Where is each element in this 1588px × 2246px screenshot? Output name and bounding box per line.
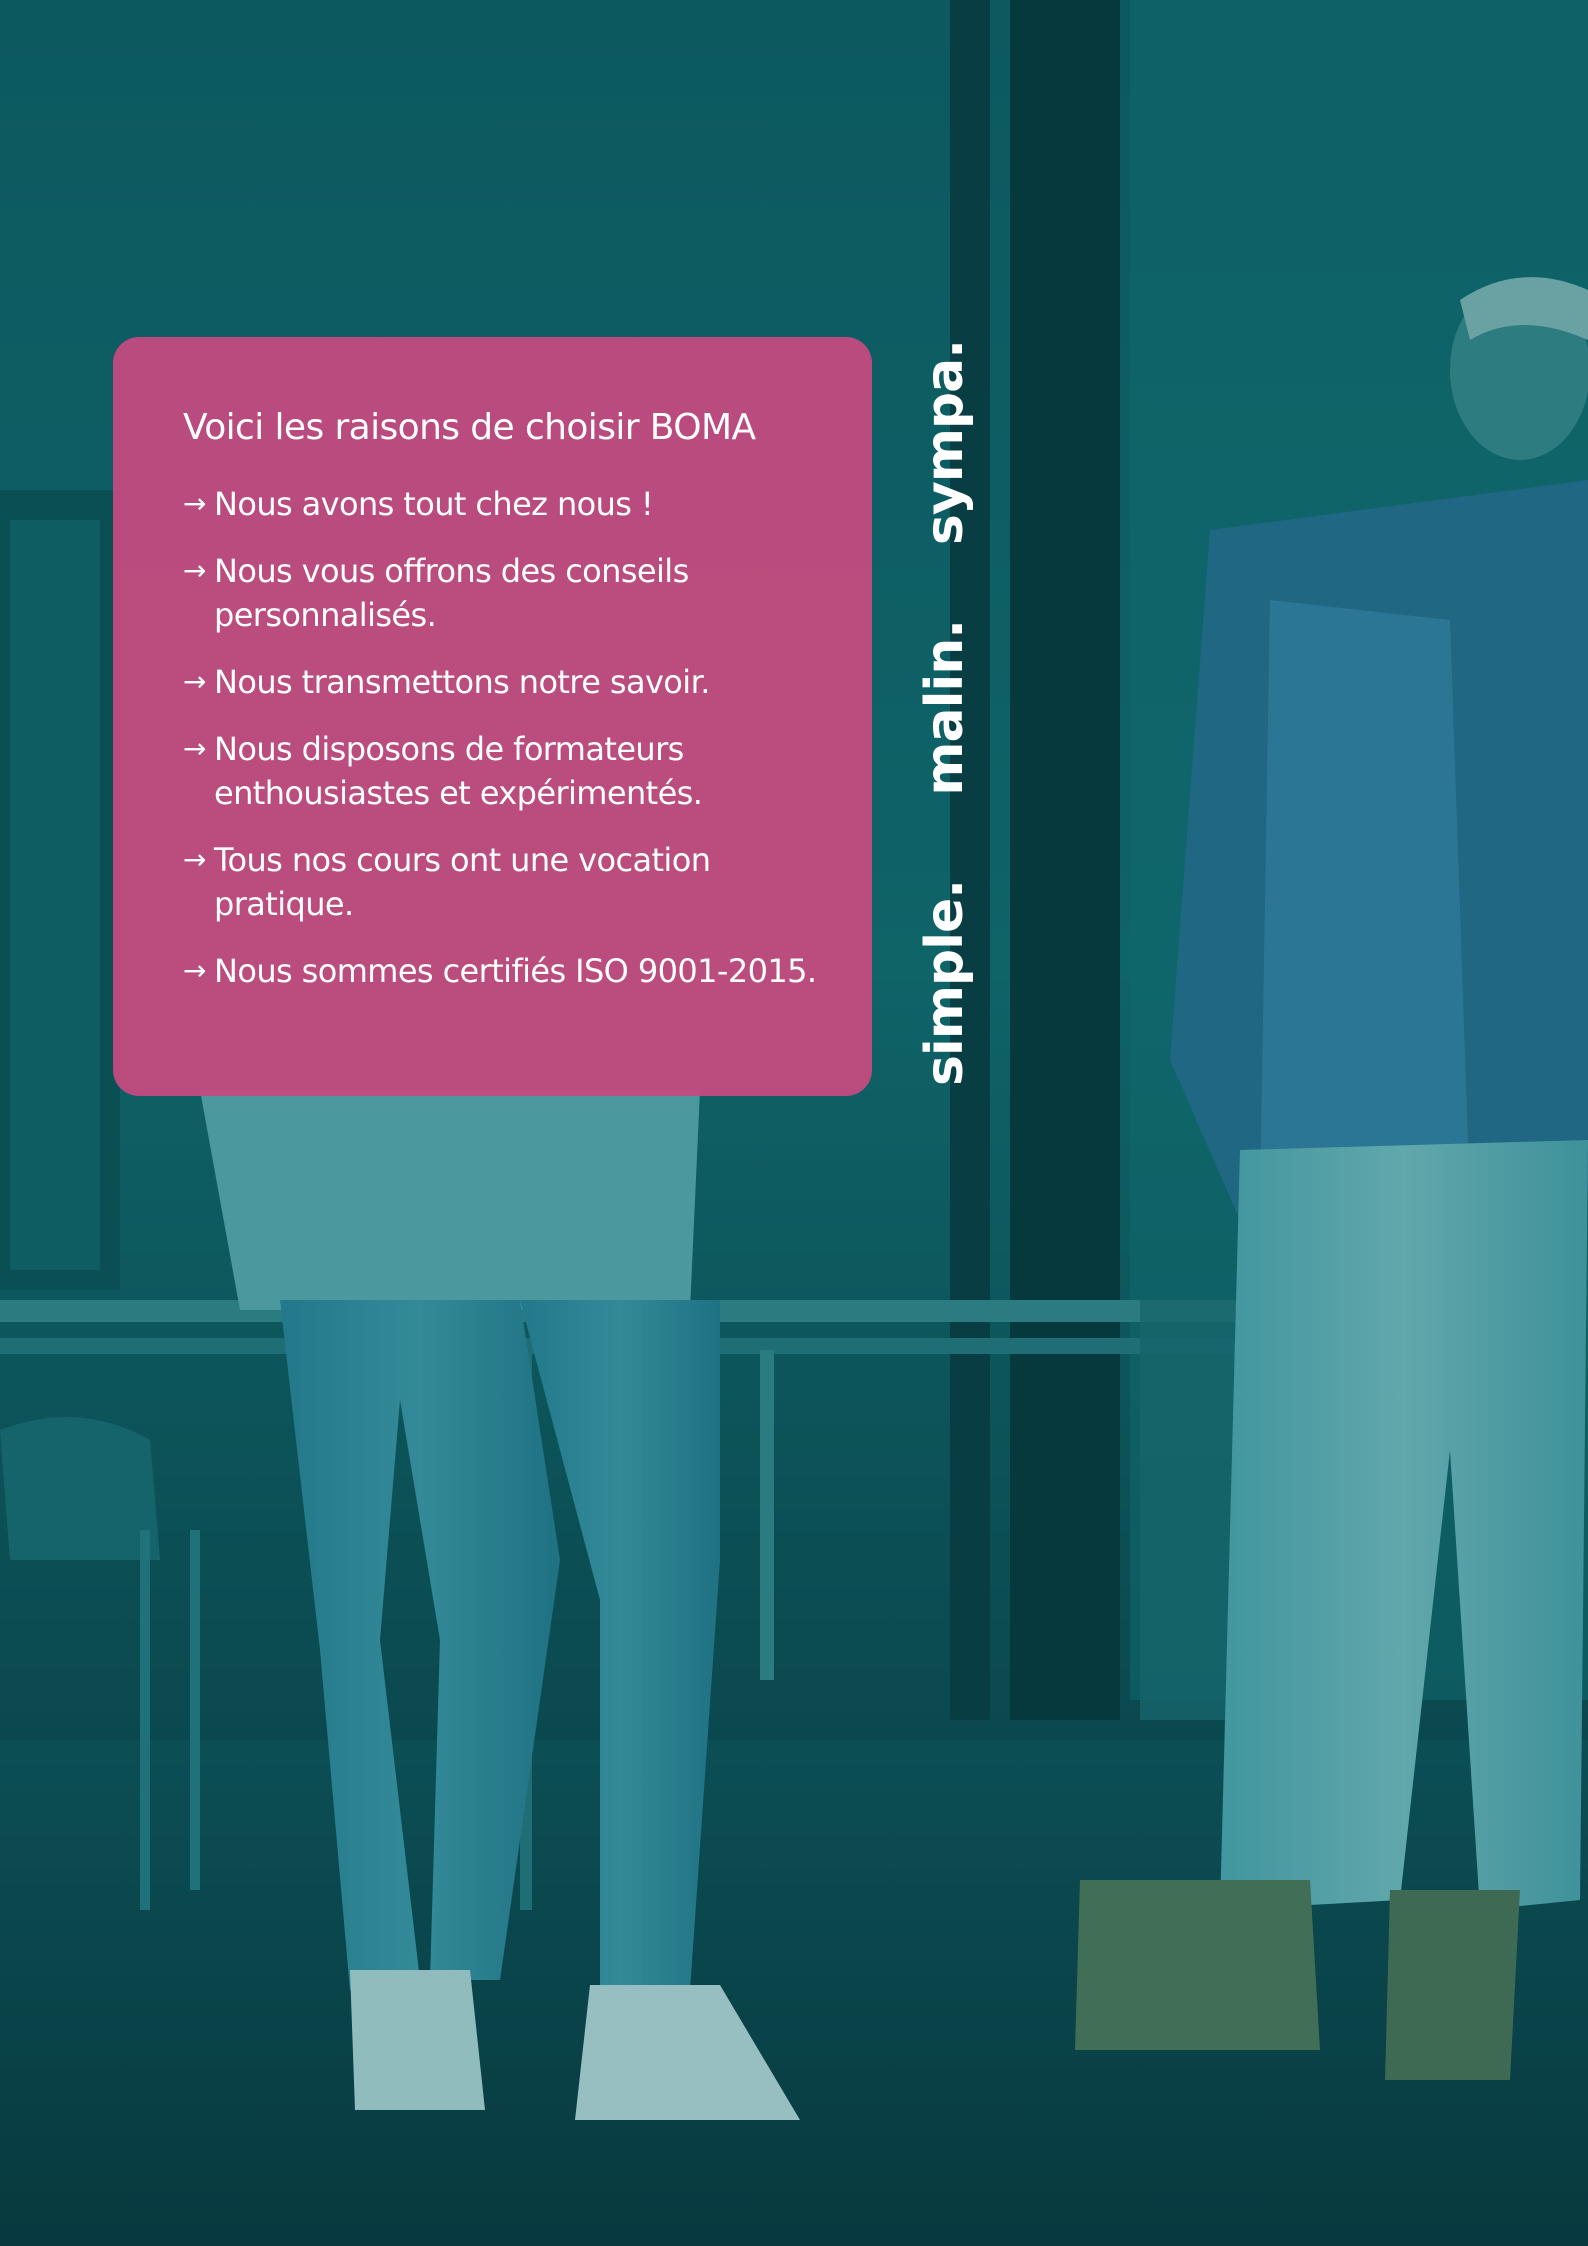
reason-item: → Nous vous offrons des conseils personn… (183, 549, 832, 637)
vertical-slogan: simple. malin. sympa. (915, 340, 975, 1100)
reason-text: Nous avons tout chez nous ! (214, 485, 654, 523)
reasons-card: Voici les raisons de choisir BOMA → Nous… (113, 337, 872, 1096)
reason-text-line-2: personnalisés. (214, 596, 437, 634)
arrow-right-icon: → (183, 732, 206, 765)
reason-text-line-2: enthousiastes et expérimentés. (214, 774, 703, 812)
reason-text: Nous sommes certifiés ISO 9001-2015. (214, 952, 817, 990)
arrow-right-icon: → (183, 843, 206, 876)
reason-text-line-2: pratique. (214, 885, 354, 923)
slogan-word-malin: malin. (915, 620, 975, 796)
reason-text-line-1: Tous nos cours ont une vocation (214, 841, 711, 879)
reason-item: → Nous transmettons notre savoir. (183, 660, 832, 704)
slogan-word-simple: simple. (915, 880, 975, 1087)
brochure-page: Voici les raisons de choisir BOMA → Nous… (0, 0, 1588, 2246)
reason-item: → Tous nos cours ont une vocation pratiq… (183, 838, 832, 926)
reason-item: → Nous disposons de formateurs enthousia… (183, 727, 832, 815)
reason-text-line-1: Nous disposons de formateurs (214, 730, 684, 768)
arrow-right-icon: → (183, 665, 206, 698)
reason-text: Nous transmettons notre savoir. (214, 663, 710, 701)
reason-item: → Nous avons tout chez nous ! (183, 482, 832, 526)
reason-text-line-1: Nous vous offrons des conseils (214, 552, 689, 590)
slogan-word-sympa: sympa. (915, 340, 975, 546)
reasons-list: → Nous avons tout chez nous ! → Nous vou… (183, 482, 832, 993)
arrow-right-icon: → (183, 554, 206, 587)
arrow-right-icon: → (183, 487, 206, 520)
reasons-card-title: Voici les raisons de choisir BOMA (183, 407, 756, 448)
reason-item: → Nous sommes certifiés ISO 9001-2015. (183, 949, 832, 993)
arrow-right-icon: → (183, 954, 206, 987)
